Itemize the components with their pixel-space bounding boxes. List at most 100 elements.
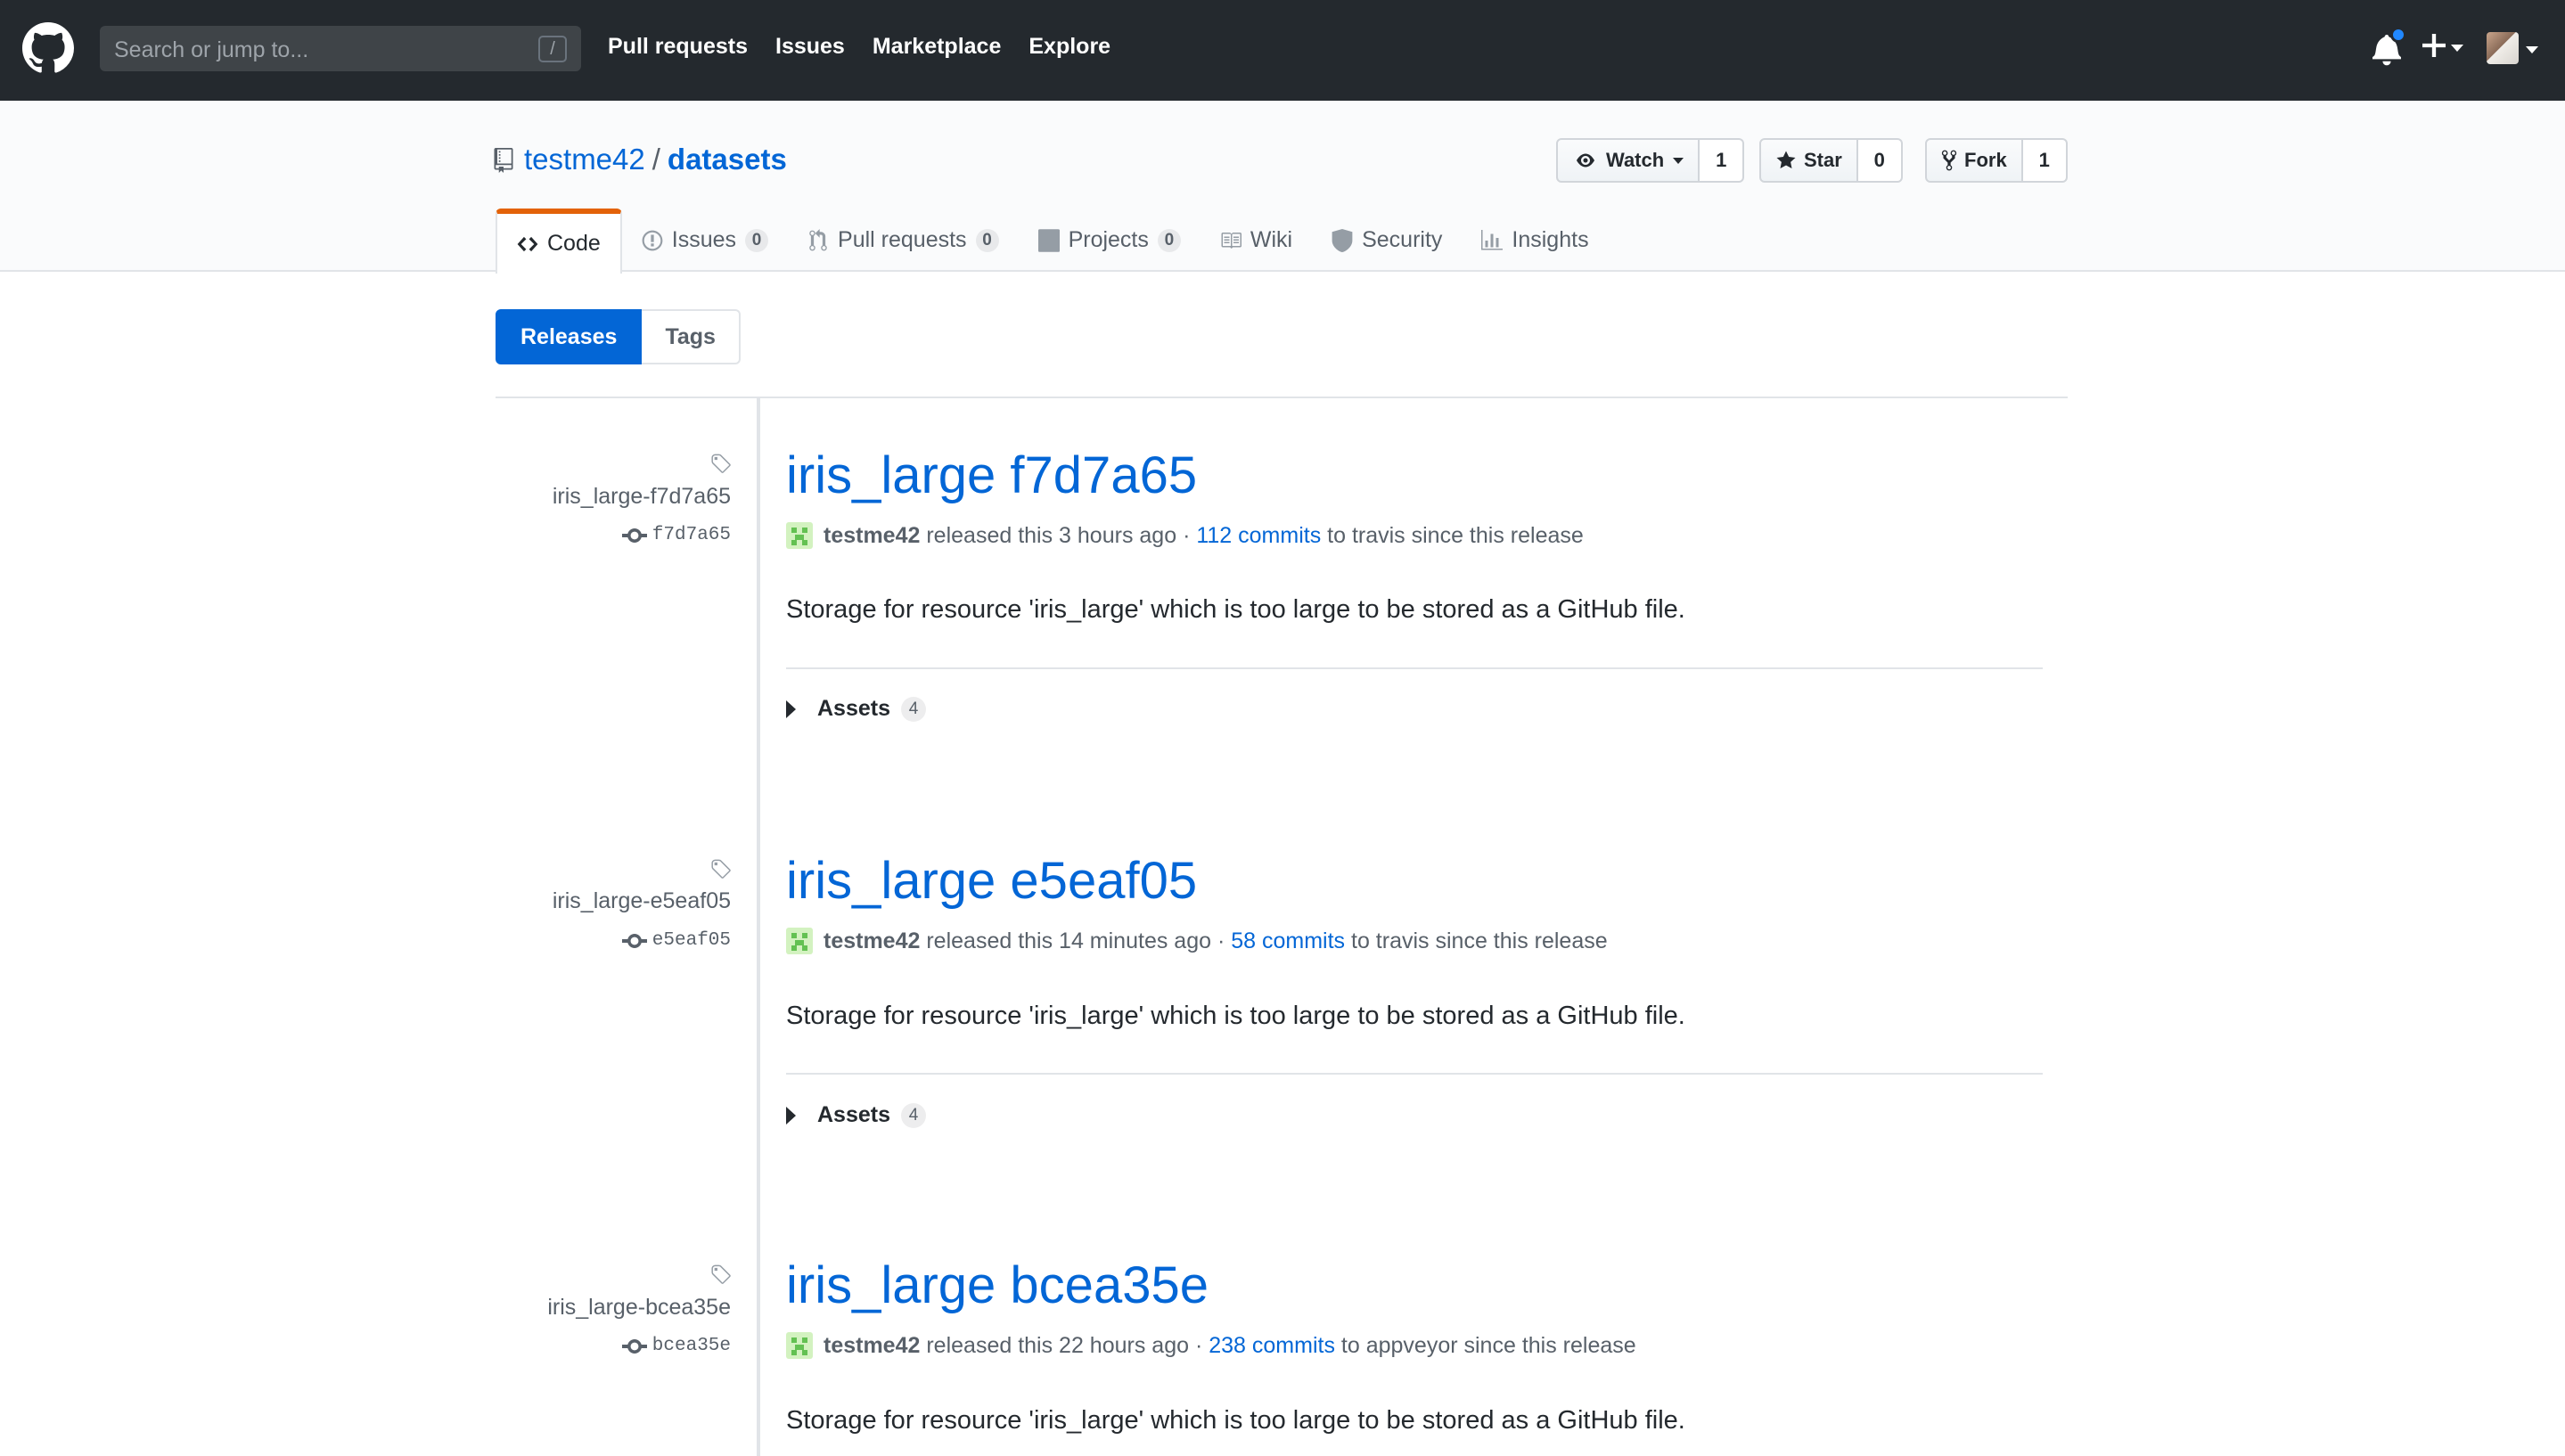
release-description: Storage for resource 'iris_large' which … — [786, 1002, 1685, 1030]
git-commit-icon — [621, 1338, 647, 1354]
tab-wiki[interactable]: Wiki — [1201, 209, 1312, 272]
fork-group: Fork 1 — [1925, 138, 2068, 183]
assets-count: 4 — [901, 696, 926, 722]
release-description: Storage for resource 'iris_large' which … — [786, 1406, 1685, 1435]
star-icon — [1776, 151, 1796, 168]
release-commit-link[interactable]: f7d7a65 — [621, 525, 731, 545]
release-description: Storage for resource 'iris_large' which … — [786, 595, 1685, 624]
search-input[interactable]: Search or jump to... / — [100, 26, 581, 71]
releases-subnav: Releases Tags — [496, 309, 741, 364]
tag-icon — [711, 454, 731, 473]
release-tag-link[interactable]: iris_large-e5eaf05 — [553, 888, 731, 914]
release-author-link[interactable]: testme42 — [824, 523, 920, 549]
commits-since-link[interactable]: 112 commits — [1196, 523, 1321, 549]
plus-icon — [2422, 34, 2446, 57]
search-placeholder: Search or jump to... — [114, 37, 309, 62]
triangle-right-icon — [786, 699, 796, 718]
tab-label: Projects — [1068, 227, 1149, 252]
user-menu[interactable] — [2487, 32, 2542, 68]
tab-security[interactable]: Security — [1312, 209, 1462, 272]
tag-icon — [711, 859, 731, 879]
star-count[interactable]: 0 — [1857, 138, 1903, 183]
fork-count[interactable]: 1 — [2022, 138, 2068, 183]
meta-separator: · — [1183, 522, 1191, 548]
author-avatar[interactable] — [786, 928, 813, 954]
meta-separator: · — [1217, 928, 1225, 953]
commit-sha: bcea35e — [651, 1336, 731, 1356]
tab-pull-requests[interactable]: Pull requests 0 — [788, 209, 1019, 272]
tab-projects[interactable]: Projects 0 — [1019, 209, 1201, 272]
nav-explore[interactable]: Explore — [1028, 34, 1110, 60]
commit-sha: e5eaf05 — [651, 930, 731, 951]
nav-pull-requests[interactable]: Pull requests — [608, 34, 748, 60]
release-commit-link[interactable]: e5eaf05 — [621, 930, 731, 951]
release-meta: testme42 released this 14 minutes ago · … — [786, 928, 1608, 954]
book-icon — [1221, 232, 1242, 249]
star-group: Star 0 — [1759, 138, 1903, 183]
release-timeline — [757, 398, 760, 1456]
watch-button[interactable]: Watch — [1556, 138, 1700, 183]
tab-counter: 0 — [745, 228, 769, 252]
release-time-text: released this 3 hours ago — [926, 522, 1177, 548]
release-meta: testme42 released this 22 hours ago · 23… — [786, 1332, 1636, 1359]
github-logo-icon[interactable] — [22, 22, 74, 74]
author-avatar[interactable] — [786, 522, 813, 549]
release-author-link[interactable]: testme42 — [824, 1333, 920, 1359]
author-avatar[interactable] — [786, 1332, 813, 1359]
repo-forked-icon — [1941, 150, 1957, 171]
assets-count: 4 — [901, 1102, 926, 1128]
global-header: Search or jump to... / Pull requests Iss… — [0, 0, 2565, 101]
tab-counter: 0 — [1157, 228, 1181, 252]
release-author-link[interactable]: testme42 — [824, 928, 920, 954]
repo-owner-link[interactable]: testme42 — [524, 143, 645, 176]
tab-label: Code — [547, 231, 601, 256]
tab-label: Issues — [671, 227, 737, 252]
commits-since-link[interactable]: 58 commits — [1231, 928, 1345, 954]
release-title-link[interactable]: iris_large f7d7a65 — [786, 446, 1197, 505]
release-tag-link[interactable]: iris_large-f7d7a65 — [553, 484, 731, 510]
project-icon — [1037, 228, 1060, 252]
release-time-text: released this 14 minutes ago — [926, 928, 1212, 953]
assets-toggle[interactable]: Assets 4 — [786, 1102, 926, 1128]
branch-text: to travis since this release — [1327, 522, 1584, 548]
divider — [786, 667, 2043, 669]
chevron-down-icon — [2526, 46, 2538, 53]
tab-issues[interactable]: Issues 0 — [622, 209, 788, 272]
release-title-link[interactable]: iris_large e5eaf05 — [786, 851, 1197, 911]
commits-since-link[interactable]: 238 commits — [1209, 1333, 1335, 1359]
eye-icon — [1577, 153, 1594, 168]
star-button[interactable]: Star — [1759, 138, 1858, 183]
create-new-menu[interactable] — [2422, 30, 2465, 66]
assets-toggle[interactable]: Assets 4 — [786, 696, 926, 722]
release-tag-link[interactable]: iris_large-bcea35e — [547, 1295, 731, 1321]
watch-count[interactable]: 1 — [1700, 138, 1745, 183]
release-commit-link[interactable]: bcea35e — [621, 1336, 731, 1356]
commit-sha: f7d7a65 — [651, 525, 731, 545]
tab-counter: 0 — [975, 228, 999, 252]
triangle-right-icon — [786, 1106, 796, 1125]
branch-text: to travis since this release — [1351, 928, 1608, 953]
nav-marketplace[interactable]: Marketplace — [873, 34, 1002, 60]
chevron-down-icon — [1673, 157, 1684, 164]
tab-label: Insights — [1512, 227, 1589, 252]
divider — [786, 1073, 2043, 1075]
git-commit-icon — [621, 528, 647, 543]
tab-insights[interactable]: Insights — [1462, 209, 1608, 272]
repo-title-separator: / — [651, 143, 660, 176]
tab-code[interactable]: Code — [496, 209, 622, 274]
release-title-link[interactable]: iris_large bcea35e — [786, 1256, 1209, 1315]
watch-label: Watch — [1606, 149, 1665, 171]
release-time-text: released this 22 hours ago — [926, 1332, 1190, 1358]
repo-name-link[interactable]: datasets — [668, 143, 787, 176]
repo-icon — [494, 148, 513, 173]
fork-button[interactable]: Fork — [1925, 138, 2023, 183]
avatar — [2487, 32, 2519, 64]
shield-icon — [1332, 228, 1353, 252]
tags-tab[interactable]: Tags — [642, 309, 741, 364]
chevron-down-icon — [2451, 45, 2463, 52]
global-nav: Pull requests Issues Marketplace Explore — [608, 34, 1110, 60]
tab-label: Security — [1362, 227, 1443, 252]
nav-issues[interactable]: Issues — [775, 34, 845, 60]
releases-tab[interactable]: Releases — [496, 309, 643, 364]
tab-label: Pull requests — [838, 227, 967, 252]
